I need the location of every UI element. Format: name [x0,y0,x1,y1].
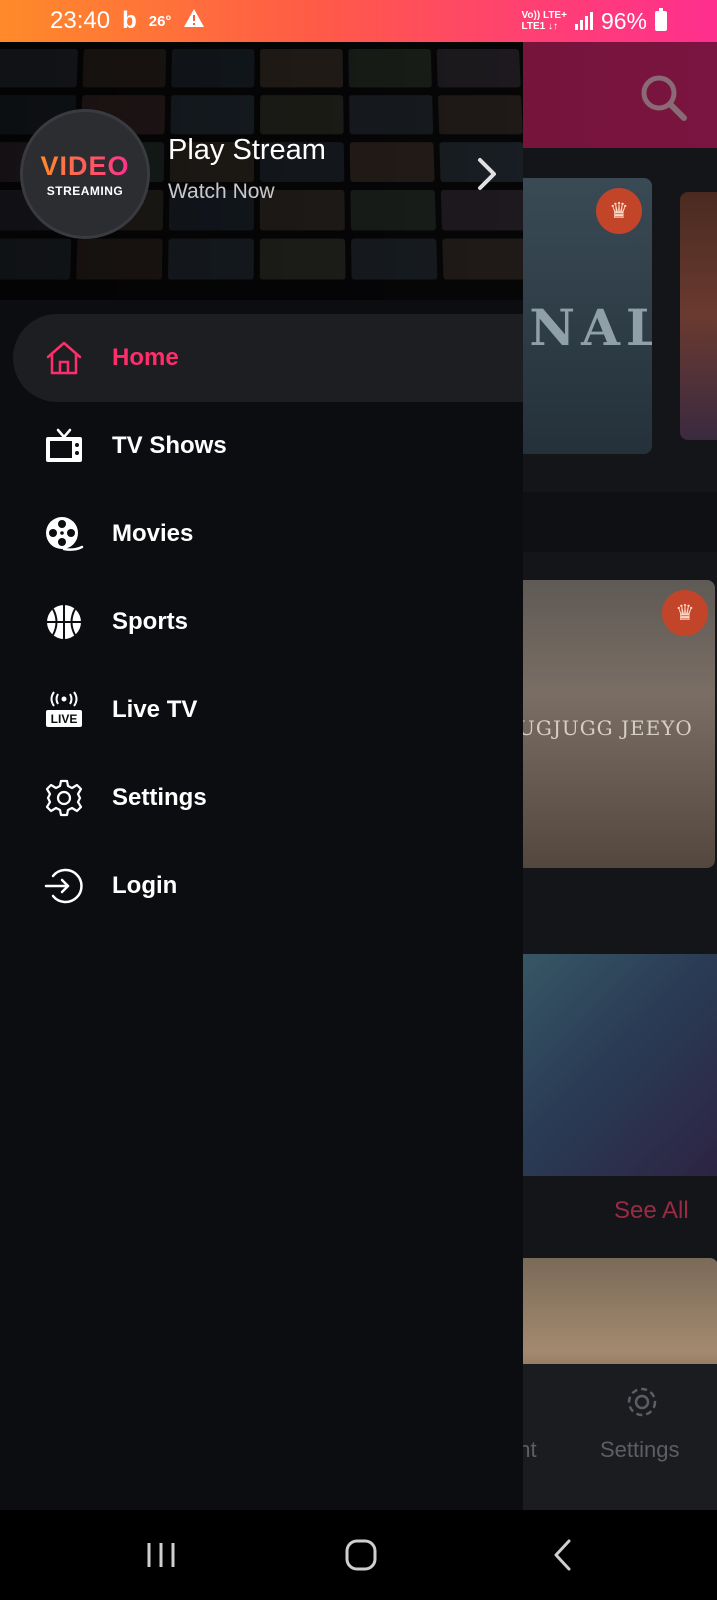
menu-item-label: Settings [112,784,207,811]
menu-item-label: Sports [112,608,189,635]
svg-text:LIVE: LIVE [51,712,78,726]
live-tv-icon: LIVE [44,690,84,730]
screen: 23:40 b 26° Vo)) LTE+ LTE1 ↓↑ 96% INAL ♛… [0,0,717,1600]
premium-crown-icon: ♛ [596,188,642,234]
menu-item-settings[interactable]: Settings [0,754,523,842]
menu-item-label: Movies [112,520,194,547]
premium-crown-icon: ♛ [662,590,708,636]
menu-item-live-tv[interactable]: LIVE Live TV [0,666,523,754]
tv-icon [44,426,84,466]
menu-item-label: TV Shows [112,432,227,459]
film-reel-icon [44,514,84,554]
menu-item-label: Live TV [112,696,198,723]
signal-icon [574,12,593,30]
back-button[interactable] [533,1530,593,1580]
system-nav-bar [0,1510,717,1600]
app-name: Play Stream [168,134,326,166]
navigation-drawer: VIDEO STREAMING Play Stream Watch Now Ho… [0,42,523,1510]
menu-item-label: Login [112,872,178,899]
bing-icon: b [122,7,137,34]
menu-item-login[interactable]: Login [0,842,523,930]
menu-item-label: Home [112,344,179,371]
login-icon [44,866,84,906]
menu-item-sports[interactable]: Sports [0,578,523,666]
menu-item-home[interactable]: Home [13,314,523,402]
search-icon[interactable] [638,72,690,129]
chevron-right-icon[interactable] [474,154,502,199]
network-indicator: Vo)) LTE+ LTE1 ↓↑ [521,10,567,32]
menu-item-movies[interactable]: Movies [0,490,523,578]
battery-icon [655,8,667,31]
recent-apps-button[interactable] [131,1530,191,1580]
home-icon [44,338,84,378]
drawer-header[interactable]: VIDEO STREAMING Play Stream Watch Now [0,42,523,300]
clock: 23:40 [50,7,111,34]
see-all-link[interactable]: See All [614,1197,689,1225]
home-button[interactable] [331,1530,391,1580]
drawer-menu: Home TV Shows Movies Sports LIVE Live TV… [0,314,523,930]
gear-icon[interactable] [622,1382,662,1427]
menu-item-tv-shows[interactable]: TV Shows [0,402,523,490]
warning-icon [183,7,205,35]
app-subtitle: Watch Now [168,180,275,203]
temperature: 26° [148,12,172,30]
app-logo: VIDEO STREAMING [20,109,150,239]
content-card[interactable] [680,192,717,440]
basketball-icon [44,602,84,642]
battery-percent: 96% [600,7,647,34]
status-bar: 23:40 b 26° Vo)) LTE+ LTE1 ↓↑ 96% [0,0,717,42]
bottom-nav-item-settings[interactable]: Settings [600,1437,680,1463]
gear-icon [44,778,84,818]
card-title: UGJUGG JEEYO [518,716,693,740]
